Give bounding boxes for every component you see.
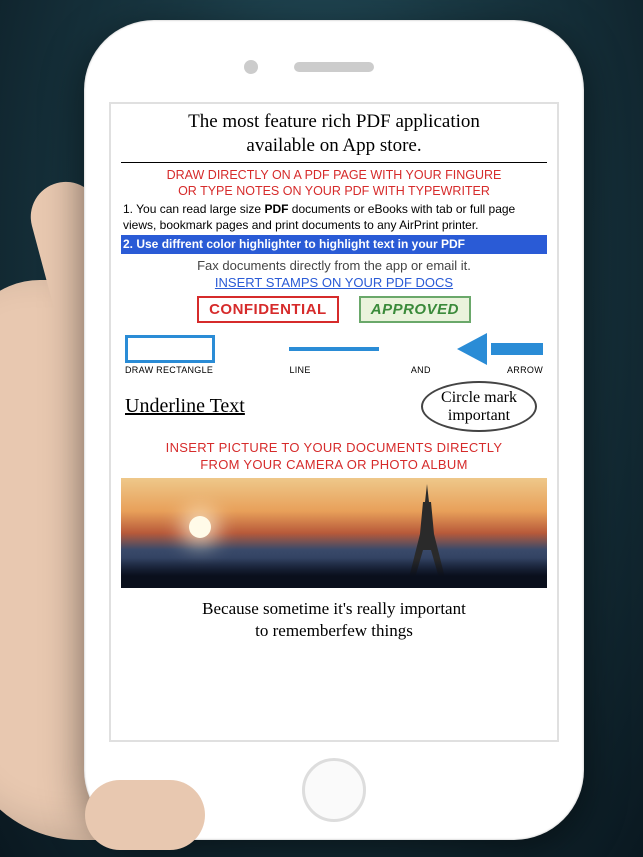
line-shape-icon <box>289 347 379 351</box>
phone-screen: The most feature rich PDF application av… <box>109 102 559 742</box>
label-rectangle: DRAW RECTANGLE <box>125 365 213 375</box>
arrow-shape-icon <box>453 333 543 363</box>
feature-item-1: 1. You can read large size PDF documents… <box>121 201 547 234</box>
feature-item-2-highlighted: 2. Use diffrent color highlighter to hig… <box>121 235 547 254</box>
circle-mark: Circle mark important <box>421 381 537 432</box>
sun-icon <box>189 516 211 538</box>
rectangle-shape-icon <box>125 335 215 363</box>
title-line-1: The most feature rich PDF application <box>188 111 480 132</box>
fax-text: Fax documents directly from the app or e… <box>121 258 547 273</box>
stamp-confidential: CONFIDENTIAL <box>197 296 339 323</box>
bottom-line-2: to rememberfew things <box>255 621 413 640</box>
skyline-silhouette <box>121 558 547 588</box>
underline-text: Underline Text <box>125 395 245 418</box>
circle-line-1: Circle mark <box>441 389 517 406</box>
phone-frame: The most feature rich PDF application av… <box>84 20 584 840</box>
home-button[interactable] <box>302 758 366 822</box>
label-line: LINE <box>289 365 310 375</box>
phone-camera-dot <box>244 60 258 74</box>
pic-head-1: INSERT PICTURE TO YOUR DOCUMENTS DIRECTL… <box>166 440 503 455</box>
arrow-body-icon <box>491 343 543 355</box>
bottom-line-1: Because sometime it's really important <box>202 599 466 618</box>
pic-head-2: FROM YOUR CAMERA OR PHOTO ALBUM <box>200 457 467 472</box>
bottom-caption: Because sometime it's really important t… <box>121 588 547 642</box>
insert-stamps-link[interactable]: INSERT STAMPS ON YOUR PDF DOCS <box>121 275 547 290</box>
phone-speaker <box>294 62 374 72</box>
underline-circle-row: Underline Text Circle mark important <box>121 375 547 440</box>
insert-picture-headline: INSERT PICTURE TO YOUR DOCUMENTS DIRECTL… <box>121 440 547 478</box>
draw-headline-1: DRAW DIRECTLY ON A PDF PAGE WITH YOUR FI… <box>167 168 502 182</box>
page-title: The most feature rich PDF application av… <box>121 110 547 163</box>
label-and: AND <box>387 365 431 375</box>
label-arrow: ARROW <box>507 365 543 375</box>
shape-labels-row: DRAW RECTANGLE LINE AND ARROW <box>121 365 547 375</box>
title-line-2: available on App store. <box>246 135 421 156</box>
stamp-approved: APPROVED <box>359 296 471 323</box>
draw-headline-2: OR TYPE NOTES ON YOUR PDF WITH TYPEWRITE… <box>178 184 490 198</box>
draw-headline: DRAW DIRECTLY ON A PDF PAGE WITH YOUR FI… <box>121 165 547 202</box>
arrow-head-icon <box>457 333 487 365</box>
document-content: The most feature rich PDF application av… <box>111 104 557 642</box>
circle-line-2: important <box>448 407 510 424</box>
shapes-row <box>121 333 547 363</box>
feature1-bold: PDF <box>264 202 288 216</box>
feature1-prefix: 1. You can read large size <box>123 202 264 216</box>
hand-thumb <box>85 780 205 850</box>
stamps-row: CONFIDENTIAL APPROVED <box>121 296 547 323</box>
sample-photo <box>121 478 547 588</box>
